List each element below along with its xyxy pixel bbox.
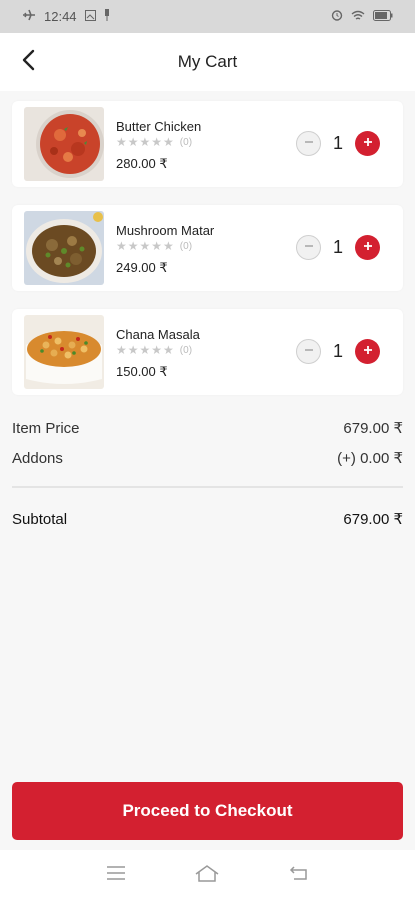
chana-masala-image xyxy=(24,315,104,389)
quantity-value: 1 xyxy=(332,341,343,361)
airplane-mode-icon xyxy=(22,9,36,24)
item-price: 249.00 ₹ xyxy=(116,260,168,275)
quantity-stepper: 1 xyxy=(296,131,380,156)
app-bar: My Cart xyxy=(0,33,415,91)
battery-icon xyxy=(373,9,393,24)
gallery-notification-icon xyxy=(84,9,96,24)
status-time: 12:44 xyxy=(44,9,77,24)
minus-icon xyxy=(303,135,315,153)
status-bar: 12:44 xyxy=(0,0,415,33)
plus-icon xyxy=(362,343,374,361)
quantity-stepper: 1 xyxy=(296,339,380,364)
butter-chicken-image xyxy=(24,107,104,181)
cart-item: Chana Masala ★★★★★ (0) 150.00 ₹ 1 xyxy=(12,309,403,395)
proceed-to-checkout-button[interactable]: Proceed to Checkout xyxy=(12,782,403,840)
star-icons: ★★★★★ xyxy=(116,135,175,149)
item-price: 150.00 ₹ xyxy=(116,364,168,379)
back-button[interactable] xyxy=(14,47,42,77)
decrease-quantity-button[interactable] xyxy=(296,339,321,364)
alarm-icon xyxy=(331,9,343,24)
rating-stars: ★★★★★ (0) xyxy=(116,135,192,149)
addons-value: (+) 0.00 ₹ xyxy=(337,450,403,467)
increase-quantity-button[interactable] xyxy=(355,235,380,260)
rating-stars: ★★★★★ (0) xyxy=(116,239,192,253)
item-name: Butter Chicken xyxy=(116,119,202,134)
price-summary: Item Price 679.00 ₹ Addons (+) 0.00 ₹ Su… xyxy=(0,413,415,534)
nav-back-button[interactable] xyxy=(284,860,314,890)
cart-item: Mushroom Matar ★★★★★ (0) 249.00 ₹ 1 xyxy=(12,205,403,291)
minus-icon xyxy=(303,239,315,257)
usb-notification-icon xyxy=(104,9,110,24)
nav-home-button[interactable] xyxy=(192,860,222,890)
rating-count: (0) xyxy=(179,136,193,148)
increase-quantity-button[interactable] xyxy=(355,131,380,156)
quantity-value: 1 xyxy=(332,237,343,257)
status-right xyxy=(331,9,393,24)
cart-list: Butter Chicken ★★★★★ (0) 280.00 ₹ 1 Mush… xyxy=(0,91,415,395)
item-name: Mushroom Matar xyxy=(116,223,215,238)
star-icons: ★★★★★ xyxy=(116,343,175,357)
item-price-label: Item Price xyxy=(12,419,80,437)
item-price-value: 679.00 ₹ xyxy=(343,420,403,437)
increase-quantity-button[interactable] xyxy=(355,339,380,364)
decrease-quantity-button[interactable] xyxy=(296,131,321,156)
plus-icon xyxy=(362,135,374,153)
item-price-row: Item Price 679.00 ₹ xyxy=(12,413,403,443)
rating-count: (0) xyxy=(179,344,193,356)
item-name: Chana Masala xyxy=(116,327,200,342)
item-price: 280.00 ₹ xyxy=(116,156,168,171)
subtotal-value: 679.00 ₹ xyxy=(343,511,403,528)
system-nav-bar xyxy=(0,850,415,900)
subtotal-row: Subtotal 679.00 ₹ xyxy=(12,504,403,534)
addons-row: Addons (+) 0.00 ₹ xyxy=(12,443,403,473)
rating-stars: ★★★★★ (0) xyxy=(116,343,192,357)
home-icon xyxy=(194,864,220,887)
quantity-value: 1 xyxy=(332,133,343,153)
wifi-icon xyxy=(351,10,365,24)
decrease-quantity-button[interactable] xyxy=(296,235,321,260)
star-icons: ★★★★★ xyxy=(116,239,175,253)
subtotal-label: Subtotal xyxy=(12,510,68,528)
addons-label: Addons xyxy=(12,449,63,467)
page-title: My Cart xyxy=(177,52,238,71)
minus-icon xyxy=(303,343,315,361)
menu-icon xyxy=(106,865,126,886)
mushroom-matar-image xyxy=(24,211,104,285)
rating-count: (0) xyxy=(179,240,193,252)
quantity-stepper: 1 xyxy=(296,235,380,260)
arrow-back-icon xyxy=(21,49,35,76)
back-nav-icon xyxy=(289,865,309,886)
summary-divider xyxy=(12,486,403,488)
cart-item: Butter Chicken ★★★★★ (0) 280.00 ₹ 1 xyxy=(12,101,403,187)
plus-icon xyxy=(362,239,374,257)
status-left: 12:44 xyxy=(22,9,110,24)
nav-menu-button[interactable] xyxy=(101,860,131,890)
